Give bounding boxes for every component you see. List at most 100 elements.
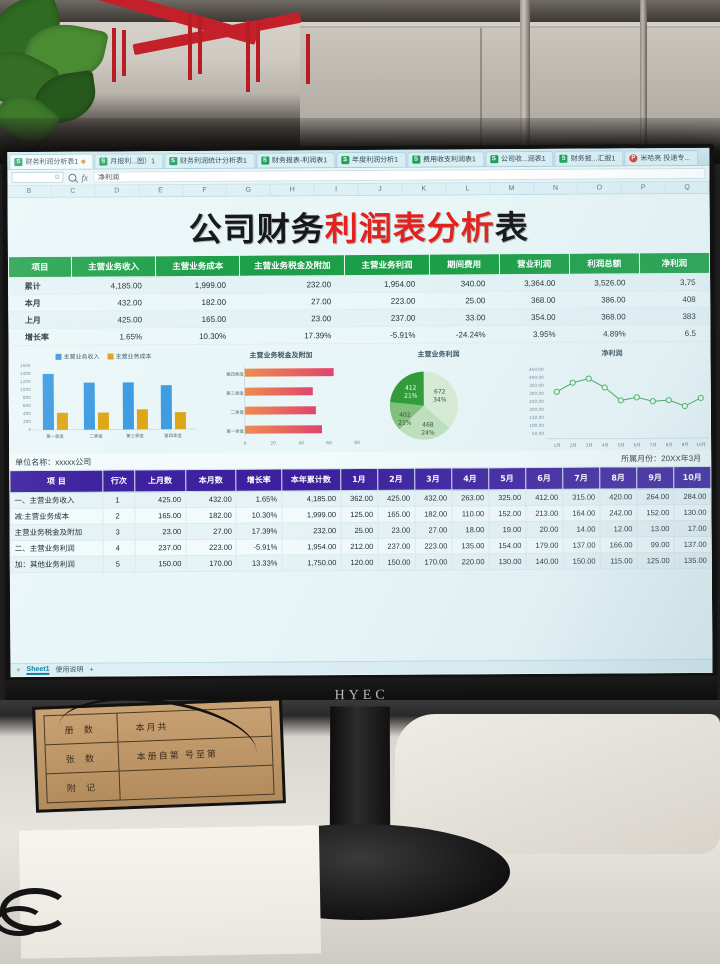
detail-cell[interactable]: 130.00 [488, 553, 527, 570]
detail-cell[interactable]: 264.00 [636, 488, 674, 505]
monitor-screen[interactable]: S 财务利润分析表1 S 月报利...图）1 S 财务利润统计分析表1 S 财务… [7, 147, 713, 678]
detail-cell[interactable]: 23.00 [377, 522, 415, 539]
search-icon[interactable] [68, 173, 77, 182]
detail-cell[interactable]: 135.00 [451, 537, 489, 554]
document-tab[interactable]: P 米哈亮 投递专... [624, 149, 699, 166]
detail-cell[interactable]: 27.00 [414, 521, 452, 539]
detail-cell[interactable]: 232.00 [281, 522, 341, 539]
detail-cell[interactable]: 4,185.00 [281, 490, 341, 507]
summary-cell[interactable]: 165.00 [155, 310, 241, 328]
summary-cell[interactable]: 1.65% [71, 327, 157, 346]
detail-cell[interactable]: 170.00 [414, 553, 453, 571]
detail-cell[interactable]: 237.00 [377, 538, 415, 555]
summary-cell[interactable]: 23.00 [240, 309, 346, 328]
column-chart[interactable]: 主营业务收入 主营业务成本 1600 1400 1200 1000 800 600 40… [9, 349, 200, 454]
detail-cell[interactable]: 25.00 [340, 522, 378, 539]
summary-cell[interactable]: 4,185.00 [71, 276, 156, 295]
column-header[interactable]: D [95, 185, 140, 197]
document-tab[interactable]: S 财务报...汇报1 [554, 150, 624, 166]
sheet-tab-sheet1[interactable]: Sheet1 [26, 665, 50, 675]
detail-cell[interactable]: 4 [103, 539, 136, 557]
column-header[interactable]: J [358, 183, 403, 196]
line-chart[interactable]: 净利润 450.00 400.00 350.00 300.00 250.00 200.0… [513, 346, 711, 451]
spreadsheet-application[interactable]: S 财务利润分析表1 S 月报利...图）1 S 财务利润统计分析表1 S 财务… [7, 147, 713, 678]
detail-cell[interactable]: 179.00 [525, 537, 564, 554]
detail-cell[interactable]: 237.00 [134, 539, 186, 556]
detail-cell[interactable]: 242.00 [599, 504, 637, 522]
detail-cell[interactable]: 加：其他业务利润 [10, 556, 104, 573]
summary-cell[interactable]: 182.00 [155, 293, 241, 311]
detail-cell[interactable]: 1,750.00 [281, 554, 341, 571]
detail-cell[interactable]: 263.00 [451, 489, 489, 506]
summary-cell[interactable]: 232.00 [239, 275, 346, 294]
table-row[interactable]: 增长率 1.65% 10.30% 17.39% -5.91% -24.24% 3… [8, 324, 710, 346]
detail-cell[interactable]: 99.00 [636, 536, 675, 553]
detail-cell[interactable]: 115.00 [600, 552, 638, 570]
summary-cell[interactable]: 340.00 [429, 274, 500, 293]
summary-cell[interactable]: 425.00 [71, 310, 157, 329]
detail-cell[interactable]: 432.00 [185, 491, 237, 508]
detail-cell[interactable]: 150.00 [135, 555, 186, 572]
column-header[interactable]: Q [665, 181, 710, 194]
detail-cell[interactable]: 减:主营业务成本 [9, 508, 104, 525]
detail-cell[interactable]: 13.33% [236, 554, 282, 572]
detail-cell[interactable]: 120.00 [340, 554, 378, 571]
worksheet-body[interactable]: 公司财务利润表分析表 项目 主营业务收入 主营业务成本 主营业务税金及附加 主营… [7, 193, 713, 677]
detail-cell[interactable]: 140.00 [525, 553, 564, 570]
detail-cell[interactable]: 1,954.00 [281, 538, 341, 555]
horizontal-bar-chart[interactable]: 主营业务税金及附加 第四季度 第三季度 二季度 第一季度 0 20 40 60 … [199, 348, 365, 453]
detail-cell[interactable]: 110.00 [451, 505, 489, 522]
detail-cell[interactable]: 425.00 [134, 491, 186, 508]
detail-cell[interactable]: 3 [103, 523, 135, 541]
detail-cell[interactable]: 412.00 [525, 489, 563, 506]
detail-cell[interactable]: 165.00 [377, 506, 415, 523]
formula-input[interactable]: 净利润 [92, 167, 706, 183]
column-header[interactable]: L [446, 183, 491, 195]
detail-cell[interactable]: 182.00 [414, 505, 452, 523]
detail-cell[interactable]: 5 [103, 555, 136, 573]
detail-cell[interactable]: 166.00 [599, 536, 638, 554]
close-icon[interactable]: × [16, 667, 20, 674]
detail-cell[interactable]: 420.00 [599, 488, 637, 506]
sheet-tab-instructions[interactable]: 使用说明 [55, 665, 84, 675]
detail-cell[interactable]: 17.39% [236, 522, 282, 540]
detail-cell[interactable]: 17.00 [673, 520, 712, 537]
summary-cell[interactable]: 237.00 [345, 309, 430, 327]
detail-cell[interactable]: 13.00 [636, 520, 675, 537]
column-header[interactable]: F [183, 184, 227, 197]
detail-cell[interactable]: 125.00 [340, 506, 378, 523]
column-header[interactable]: H [270, 184, 315, 196]
detail-cell[interactable]: 325.00 [488, 489, 526, 506]
document-tab[interactable]: S 公司收...润表1 [484, 150, 554, 167]
document-tab[interactable]: S 年度利润分析1 [336, 151, 407, 168]
detail-cell[interactable]: 137.00 [562, 537, 601, 554]
column-header[interactable]: E [139, 185, 184, 197]
summary-cell[interactable]: 3,526.00 [569, 273, 640, 292]
detail-cell[interactable]: 284.00 [673, 488, 711, 505]
column-header[interactable]: B [7, 185, 52, 198]
detail-cell[interactable]: 223.00 [185, 539, 237, 556]
detail-cell[interactable]: 1,999.00 [281, 506, 341, 523]
detail-cell[interactable]: 14.00 [562, 521, 600, 538]
summary-cell[interactable]: 3,75 [639, 273, 710, 291]
summary-cell[interactable]: -5.91% [345, 326, 430, 344]
detail-cell[interactable]: 27.00 [185, 523, 237, 540]
add-sheet-button[interactable]: + [90, 666, 94, 673]
detail-cell[interactable]: 154.00 [488, 537, 526, 554]
summary-cell[interactable]: 10.30% [156, 327, 241, 345]
detail-cell[interactable]: 1 [103, 491, 135, 509]
summary-cell[interactable]: 368.00 [499, 291, 570, 309]
column-header[interactable]: O [577, 182, 622, 194]
summary-cell[interactable]: 27.00 [239, 292, 346, 311]
pie-chart[interactable]: 主营业务利润 672 34% 468 24% 402 21% 412 21% [363, 347, 514, 452]
detail-cell[interactable]: 125.00 [637, 552, 675, 569]
summary-cell[interactable]: 383 [639, 307, 710, 325]
detail-cell[interactable]: 213.00 [525, 505, 563, 522]
detail-cell[interactable]: 2 [103, 507, 135, 525]
detail-cell[interactable]: 20.00 [525, 521, 563, 538]
detail-cell[interactable]: 152.00 [636, 504, 674, 521]
column-header[interactable]: N [533, 182, 578, 194]
detail-cell[interactable]: 425.00 [377, 490, 415, 507]
summary-cell[interactable]: 223.00 [345, 292, 430, 310]
detail-cell[interactable]: 432.00 [414, 489, 452, 507]
